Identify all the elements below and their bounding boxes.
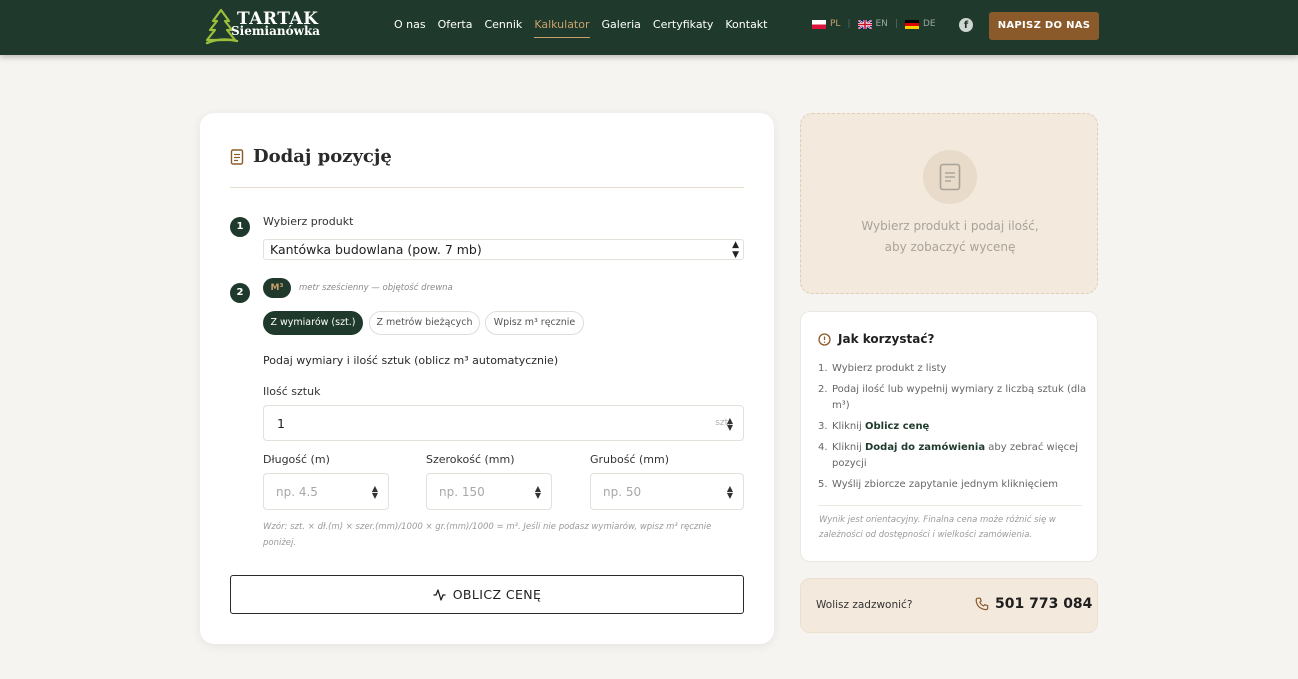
lang-de[interactable]: DE: [904, 19, 936, 29]
how-to-title: Jak korzystać?: [838, 332, 935, 346]
preview-icon-circle: [923, 150, 977, 204]
quote-preview-panel: Wybierz produkt i podaj ilość, aby zobac…: [800, 113, 1098, 294]
flag-pl-icon: [812, 19, 826, 29]
divider: [818, 505, 1082, 506]
language-switcher: PL | EN | DE: [812, 19, 936, 29]
quantity-value: 1: [277, 416, 285, 431]
thickness-placeholder: np. 50: [603, 485, 642, 499]
lang-pl[interactable]: PL: [812, 19, 840, 29]
preview-line-1: Wybierz produkt i podaj ilość,: [861, 219, 1039, 233]
divider: [230, 187, 744, 188]
card-header: Dodaj pozycję: [230, 146, 392, 167]
thickness-label: Grubość (mm): [590, 453, 670, 466]
length-label: Długość (m): [263, 453, 330, 466]
thickness-input[interactable]: np. 50 ▲ ▼: [590, 473, 744, 510]
step-number: 3.: [818, 421, 828, 432]
call-label: Wolisz zadzwonić?: [816, 599, 913, 611]
clock-icon: [818, 332, 831, 346]
phone-link[interactable]: 501 773 084: [975, 596, 1092, 612]
product-label: Wybierz produkt: [263, 215, 354, 228]
flag-gb-icon: [857, 19, 872, 29]
unit-hint: metr sześcienny — objętość drewna: [299, 283, 453, 293]
how-to-panel: Jak korzystać? 1. Wybierz produkt z listy…: [800, 311, 1098, 562]
nav-item-certyfikaty[interactable]: Certyfikaty: [653, 18, 713, 38]
product-select-value: Kantówka budowlana (pow. 7 mb): [270, 242, 482, 257]
step-text: Podaj ilość lub wypełnij wymiary z liczb…: [832, 384, 1087, 411]
quantity-label: Ilość sztuk: [263, 385, 321, 398]
how-to-header: Jak korzystać?: [818, 332, 934, 346]
add-item-card: Dodaj pozycję 1 Wybierz produkt Kantówka…: [200, 113, 774, 644]
step-number: 4.: [818, 442, 828, 453]
tab-from-dimensions[interactable]: Z wymiarów (szt.): [263, 311, 363, 335]
tab-manual-m3[interactable]: Wpisz m³ ręcznie: [485, 311, 584, 335]
step-number: 1.: [818, 363, 828, 374]
step-text: Kliknij: [832, 442, 865, 453]
formula-hint: Wzór: szt. × dł.(m) × szer.(mm)/1000 × g…: [263, 522, 712, 548]
list-item: 3. Kliknij Oblicz cenę: [818, 419, 1088, 435]
step-emphasis: Oblicz cenę: [864, 421, 930, 432]
disclaimer-note: Wynik jest orientacyjny. Finalna cena mo…: [819, 515, 1056, 540]
calculate-price-label: OBLICZ CENĘ: [452, 587, 542, 602]
calculate-price-button[interactable]: OBLICZ CENĘ: [230, 575, 744, 614]
document-icon: [939, 163, 961, 191]
width-label: Szerokość (mm): [426, 453, 515, 466]
select-arrows-icon: ▲ ▼: [732, 240, 739, 260]
preview-message: Wybierz produkt i podaj ilość, aby zobac…: [801, 216, 1099, 258]
lang-separator: |: [847, 19, 851, 29]
list-item: 2. Podaj ilość lub wypełnij wymiary z lic…: [818, 382, 1088, 414]
product-select[interactable]: Kantówka budowlana (pow. 7 mb) ▲ ▼: [263, 239, 744, 260]
length-stepper-icon[interactable]: ▲ ▼: [372, 485, 378, 500]
lang-pl-label: PL: [830, 19, 841, 29]
how-to-steps: 1. Wybierz produkt z listy 2. Podaj ilość …: [818, 361, 1088, 498]
quantity-input[interactable]: 1 szt. ▲ ▼: [263, 405, 744, 441]
step-text: Kliknij: [832, 421, 865, 432]
list-item: 4. Kliknij Dodaj do zamówienia aby zebrać…: [818, 440, 1088, 472]
nav-item-o-nas[interactable]: O nas: [394, 18, 426, 38]
tab-from-running-meters[interactable]: Z metrów bieżących: [369, 311, 480, 335]
nav-item-galeria[interactable]: Galeria: [602, 18, 641, 38]
thickness-stepper-icon[interactable]: ▲ ▼: [727, 485, 733, 500]
phone-icon: [975, 597, 989, 611]
lang-de-label: DE: [922, 19, 936, 29]
lang-en[interactable]: EN: [857, 19, 888, 29]
step-number: 2.: [818, 384, 828, 395]
document-icon: [230, 148, 244, 165]
facebook-icon[interactable]: f: [959, 18, 973, 32]
preview-line-2: aby zobaczyć wycenę: [884, 240, 1016, 254]
step-text: Wybierz produkt z listy: [832, 363, 947, 374]
step-2-badge: 2: [230, 283, 250, 303]
phone-number: 501 773 084: [995, 596, 1093, 612]
width-placeholder: np. 150: [439, 485, 485, 499]
brand-subname: Siemianówka: [231, 24, 321, 38]
lang-en-label: EN: [875, 19, 888, 29]
call-panel: Wolisz zadzwonić? 501 773 084: [800, 578, 1098, 633]
quantity-stepper-icon[interactable]: ▲ ▼: [727, 417, 733, 432]
flag-de-icon: [904, 19, 919, 29]
brand-logo[interactable]: TARTAK Siemianówka: [203, 7, 328, 47]
step-text: Wyślij zbiorcze zapytanie jednym kliknię…: [832, 479, 1058, 490]
list-item: 1. Wybierz produkt z listy: [818, 361, 1088, 377]
unit-badge: M³: [263, 278, 291, 298]
contact-us-button[interactable]: NAPISZ DO NAS: [989, 12, 1099, 40]
nav-item-kalkulator[interactable]: Kalkulator: [534, 18, 590, 38]
dimensions-subheading: Podaj wymiary i ilość sztuk (oblicz m³ a…: [263, 354, 559, 367]
lang-separator: |: [894, 19, 898, 29]
list-item: 5. Wyślij zbiorcze zapytanie jednym klikn…: [818, 477, 1088, 493]
activity-icon: [433, 588, 446, 601]
step-1-badge: 1: [230, 217, 250, 237]
step-number: 5.: [818, 479, 828, 490]
card-title: Dodaj pozycję: [253, 146, 392, 167]
top-navbar: TARTAK Siemianówka O nas Oferta Cennik K…: [0, 0, 1298, 55]
length-placeholder: np. 4.5: [276, 485, 318, 499]
nav-item-kontakt[interactable]: Kontakt: [725, 18, 767, 38]
width-input[interactable]: np. 150 ▲ ▼: [426, 473, 552, 510]
width-stepper-icon[interactable]: ▲ ▼: [535, 485, 541, 500]
step-emphasis: Dodaj do zamówienia: [864, 442, 986, 453]
nav-item-oferta[interactable]: Oferta: [438, 18, 473, 38]
nav-item-cennik[interactable]: Cennik: [484, 18, 522, 38]
main-nav: O nas Oferta Cennik Kalkulator Galeria C…: [394, 18, 768, 38]
length-input[interactable]: np. 4.5 ▲ ▼: [263, 473, 389, 510]
